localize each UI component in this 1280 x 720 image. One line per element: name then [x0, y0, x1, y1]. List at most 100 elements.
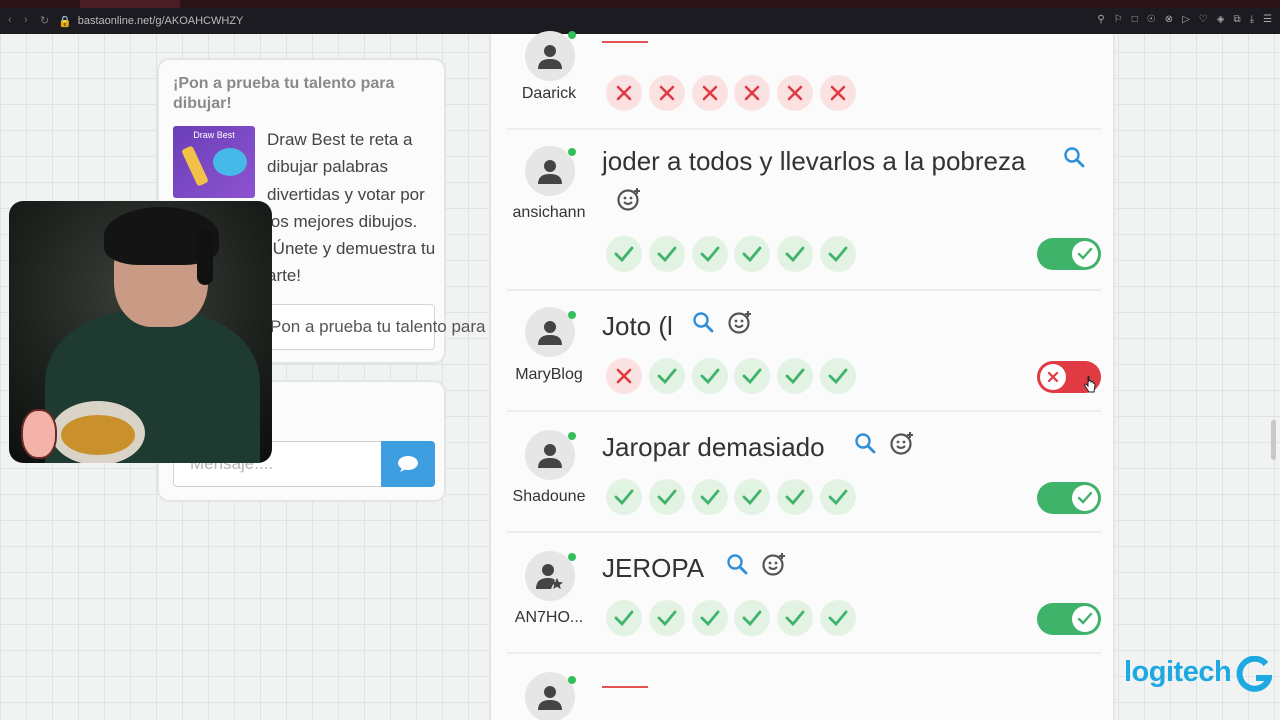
search-icon[interactable] — [1063, 146, 1085, 168]
check-icon — [614, 489, 634, 505]
x-icon — [745, 85, 760, 101]
answer-text: joder a todos y llevarlos a la pobreza — [602, 146, 1026, 176]
extensions-icon[interactable]: ◈ — [1217, 14, 1225, 25]
vote-no — [648, 75, 685, 111]
add-reaction-icon[interactable] — [728, 309, 754, 335]
player-name: ansichann — [512, 204, 586, 221]
vote-yes — [819, 236, 856, 272]
webcam-overlay — [9, 201, 272, 463]
check-icon — [657, 368, 677, 384]
vote-yes — [777, 600, 814, 636]
heart-icon[interactable]: ♡ — [1199, 14, 1208, 25]
check-icon — [785, 368, 805, 384]
vote-toggle[interactable] — [1037, 603, 1101, 635]
check-icon — [700, 246, 719, 262]
vote-yes — [691, 479, 728, 515]
vote-yes — [777, 479, 814, 515]
vote-no — [691, 75, 728, 111]
tab-strip — [0, 0, 1280, 8]
vote-yes — [777, 358, 814, 394]
user-star-icon — [536, 564, 563, 589]
avatar[interactable] — [525, 31, 575, 81]
active-tab[interactable] — [80, 0, 180, 8]
vote-no — [606, 75, 642, 111]
x-icon — [659, 85, 675, 101]
online-indicator — [568, 148, 576, 156]
add-reaction-icon[interactable] — [762, 551, 788, 577]
check-icon — [828, 489, 848, 505]
vote-toggle[interactable] — [1037, 482, 1101, 514]
vote-row — [606, 236, 856, 272]
check-icon — [742, 246, 762, 262]
answer-actions — [726, 551, 788, 577]
vote-yes — [606, 600, 642, 636]
check-icon — [657, 246, 677, 262]
pin-icon[interactable]: ⚐ — [1114, 14, 1123, 25]
search-icon[interactable] — [726, 553, 748, 575]
browser-toolbar: ‹ › ↻ 🔒 bastaonline.net/g/AKOAHCWHZY ⚲ ⚐… — [0, 0, 1280, 34]
share-icon[interactable]: ⧉ — [1233, 14, 1240, 25]
vote-yes — [691, 236, 728, 272]
vote-yes — [648, 358, 685, 394]
player-row: ansichann joder a todos y llevarlos a la… — [507, 130, 1101, 291]
vote-row — [606, 600, 856, 636]
vote-toggle[interactable] — [1037, 238, 1101, 270]
vote-yes — [648, 236, 685, 272]
check-icon — [614, 610, 634, 626]
check-icon — [657, 610, 677, 626]
check-icon — [614, 246, 634, 262]
vote-no — [606, 358, 642, 394]
player-row: MaryBlog Joto (l — [507, 291, 1101, 412]
answer-text: Jaropar demasiado — [602, 432, 825, 462]
vote-yes — [819, 479, 856, 515]
check-icon — [828, 368, 848, 384]
send-message-button[interactable] — [381, 441, 435, 487]
vote-yes — [734, 479, 771, 515]
x-icon — [616, 85, 632, 101]
add-reaction-icon[interactable] — [617, 186, 643, 212]
search-icon[interactable] — [692, 311, 714, 333]
check-icon — [828, 246, 848, 262]
check-icon — [1077, 491, 1093, 504]
crop-icon[interactable]: □ — [1132, 14, 1138, 25]
paint-blob-icon — [213, 148, 247, 176]
download-icon[interactable]: ⤓ — [1250, 14, 1254, 25]
player-name: MaryBlog — [515, 366, 583, 383]
online-indicator — [568, 432, 576, 440]
back-icon[interactable]: ‹ — [8, 14, 12, 26]
vote-no — [734, 75, 771, 111]
menu-icon[interactable]: ☰ — [1263, 14, 1272, 25]
vote-no — [777, 75, 814, 111]
answer-actions — [854, 430, 916, 456]
add-reaction-icon[interactable] — [890, 430, 916, 456]
vote-yes — [691, 358, 728, 394]
player-row: Daarick — [507, 31, 1101, 130]
draw-best-thumbnail[interactable]: Draw Best — [173, 126, 255, 198]
x-icon — [702, 85, 717, 101]
promo-title: ¡Pon a prueba tu talento para dibujar! — [173, 75, 395, 112]
user-icon — [538, 45, 562, 69]
reload-icon[interactable]: ↻ — [40, 14, 49, 27]
vote-yes — [606, 236, 642, 272]
play-icon[interactable]: ▷ — [1182, 14, 1190, 25]
close-circle-icon[interactable]: ⊗ — [1165, 14, 1173, 25]
shield-icon[interactable]: ☉ — [1147, 14, 1156, 25]
thumbnail-title: Draw Best — [193, 130, 235, 140]
toolbar-icons: ⚲ ⚐ □ ☉ ⊗ ▷ ♡ ◈ ⧉ ⤓ ☰ — [1097, 14, 1272, 25]
player-name: AN7HO... — [514, 609, 584, 626]
logitech-g-icon — [1236, 656, 1272, 692]
vote-yes — [777, 236, 814, 272]
forward-icon[interactable]: › — [24, 14, 28, 26]
speech-bubble-icon — [398, 456, 418, 472]
page-scrollbar[interactable] — [1271, 420, 1276, 460]
zoom-icon[interactable]: ⚲ — [1097, 14, 1104, 25]
address-bar[interactable]: 🔒 bastaonline.net/g/AKOAHCWHZY — [58, 12, 1078, 30]
vote-row — [606, 479, 856, 515]
vote-row — [606, 358, 856, 394]
player-row: Shadoune Jaropar demasiado — [507, 412, 1101, 533]
vote-no — [819, 75, 856, 111]
vote-yes — [648, 479, 685, 515]
check-icon — [785, 246, 805, 262]
logitech-logo: logitech — [1124, 656, 1232, 688]
search-icon[interactable] — [854, 432, 876, 454]
